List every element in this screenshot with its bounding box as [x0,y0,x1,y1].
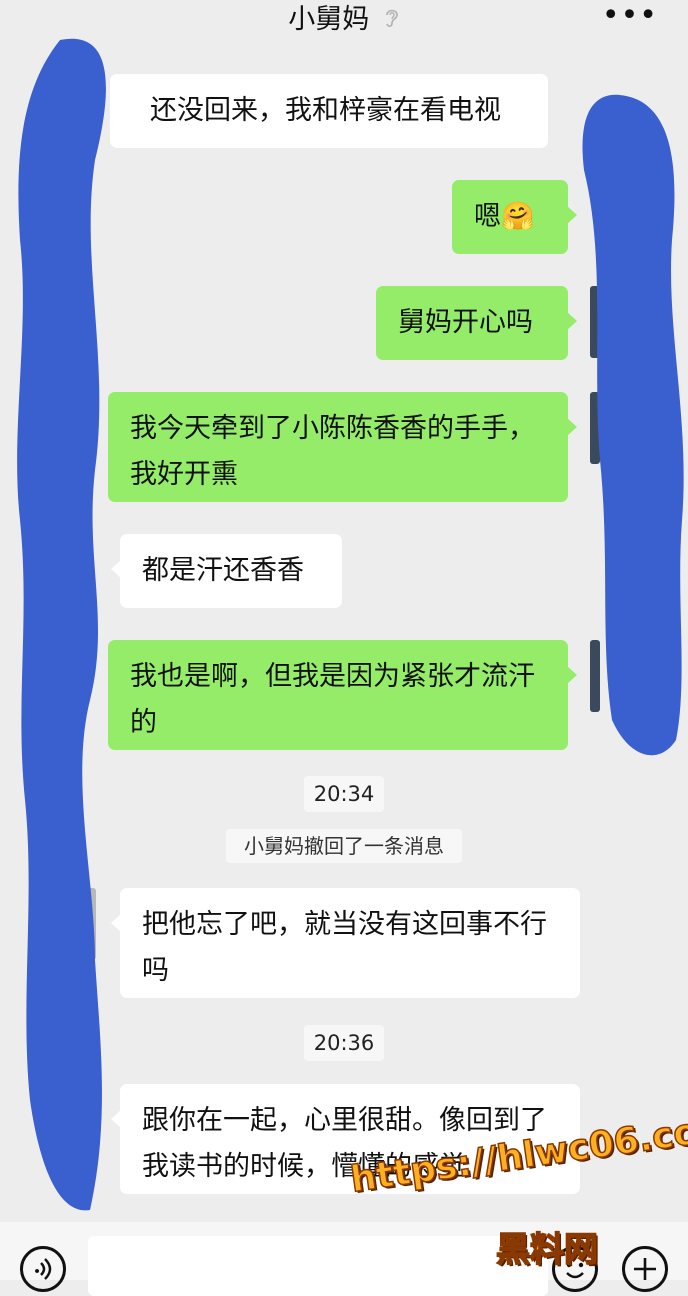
message-bubble-outgoing[interactable]: 舅妈开心吗 [376,286,577,360]
message-bubble-incoming[interactable]: 还没回来，我和梓豪在看电视 [110,74,548,148]
message-bubble-incoming[interactable]: 都是汗还香香 [111,534,342,608]
message-bubble-outgoing[interactable]: 我今天牵到了小陈陈香香的手手，我好开熏 [108,392,577,502]
avatar[interactable] [590,286,600,358]
message-text: 我今天牵到了小陈陈香香的手手，我好开熏 [130,413,535,490]
contact-name: 小舅妈 [288,4,370,35]
voice-icon[interactable] [20,1246,66,1292]
message-bubble-outgoing[interactable]: 嗯🤗 [452,180,577,254]
message-text: 我也是啊，但我是因为紧张才流汗的 [130,661,535,738]
message-text: 把他忘了吧，就当没有这回事不行吗 [142,909,547,986]
timestamp: 20:36 [304,1025,384,1061]
plus-icon[interactable] [622,1246,668,1292]
watermark-name: 黑料网 [495,1229,599,1271]
more-dots-icon[interactable]: ••• [602,1,658,31]
message-input[interactable] [88,1236,548,1296]
avatar[interactable] [86,888,96,960]
avatar[interactable] [590,640,600,712]
message-text: 还没回来，我和梓豪在看电视 [150,95,501,126]
avatar[interactable] [590,392,600,464]
redaction-scribble-left [17,38,106,1211]
chat-header: 小舅妈 ••• [0,0,688,40]
message-text: 嗯🤗 [474,201,535,232]
recall-notice: 小舅妈撤回了一条消息 [226,829,462,863]
ear-icon [384,1,400,41]
message-bubble-outgoing[interactable]: 我也是啊，但我是因为紧张才流汗的 [108,640,577,750]
chat-title: 小舅妈 [0,0,688,40]
timestamp: 20:34 [304,776,384,812]
message-bubble-incoming[interactable]: 把他忘了吧，就当没有这回事不行吗 [111,888,580,998]
message-text: 舅妈开心吗 [398,307,533,338]
message-text: 都是汗还香香 [142,555,304,586]
